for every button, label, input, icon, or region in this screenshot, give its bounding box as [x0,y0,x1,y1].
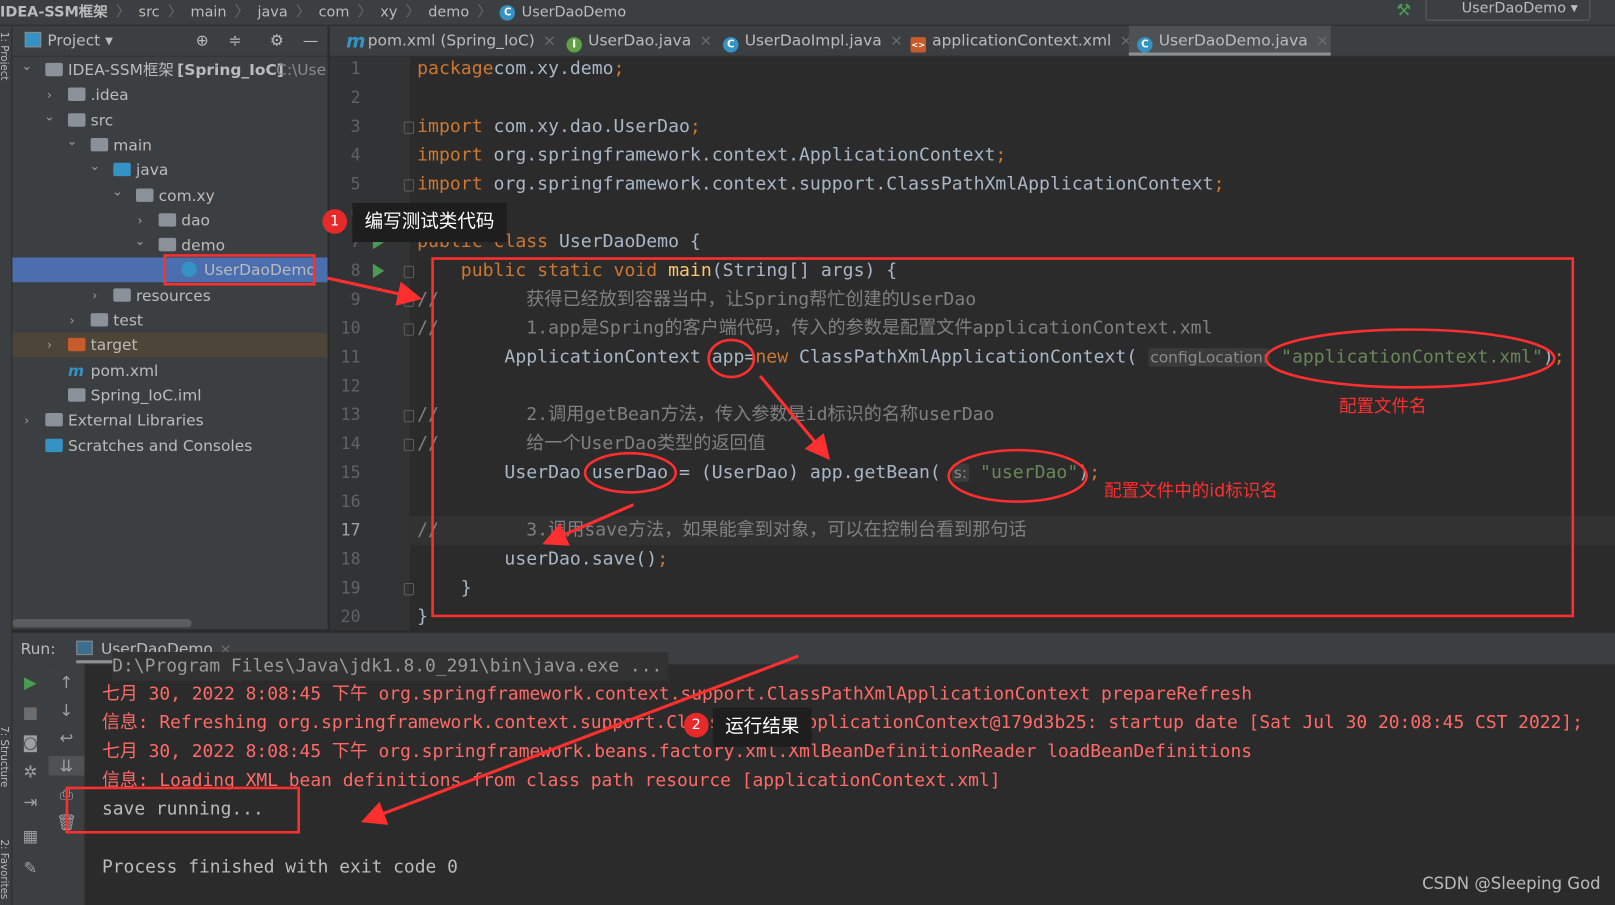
arrow-userdao-to-save [542,503,635,546]
id-note: 配置文件中的id标识名 [1104,481,1278,502]
config-file-note: 配置文件名 [1339,396,1427,418]
highlight-box-save-running [65,786,300,834]
circle-userdao-id [947,448,1088,503]
arrow-tree-to-code [327,276,423,306]
step2-label: 运行结果 [712,707,812,747]
step1-badge: 1 [322,209,348,234]
circle-config-location [1264,328,1556,389]
step1-label: 编写测试类代码 [352,202,507,243]
highlight-box-main-method [431,257,1575,618]
step2-badge: 2 [683,712,709,738]
ide-window: IDEA-SSM框架〉 src 〉 main 〉 java 〉 com 〉 xy 〉 demo 〉 C Us… [0,0,1615,905]
circle-app [707,338,756,379]
circle-userdao-var [583,451,677,494]
arrow-app-to-getbean [758,374,831,461]
highlight-box-userdaodemo [163,254,316,286]
annotation-overlay [65,254,1575,834]
